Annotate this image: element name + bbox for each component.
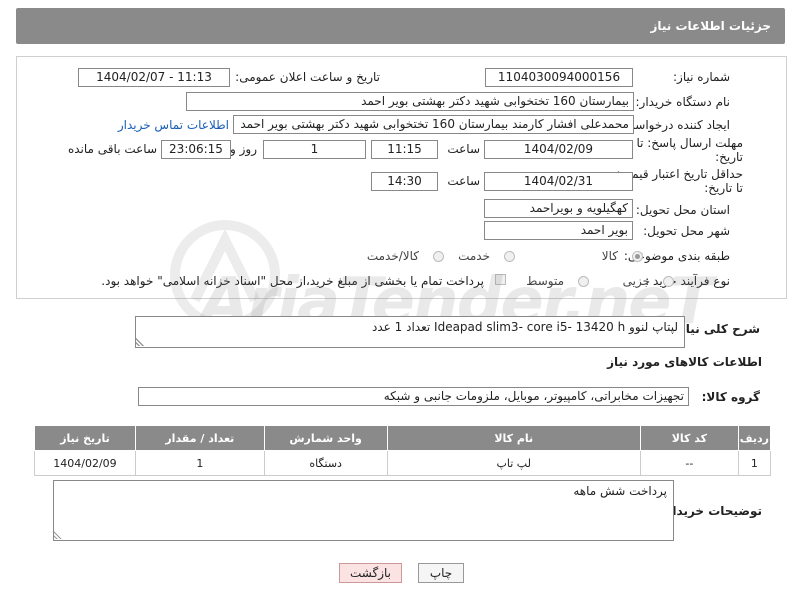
announce-label: تاریخ و ساعت اعلان عمومی: <box>235 70 380 84</box>
buyer-notes-label: توضیحات خریدار: <box>660 504 762 518</box>
page-header: جزئیات اطلاعات نیاز <box>16 8 785 44</box>
deadline-label-line2: تاریخ: <box>715 150 743 164</box>
requester-field: محمدعلی افشار کارمند بیمارستان 160 تختخو… <box>233 115 634 134</box>
cell-quantity: 1 <box>134 450 265 476</box>
description-label: شرح کلی نیاز: <box>674 322 760 336</box>
days-label: روز و <box>230 142 257 156</box>
validity-label: حداقل تاریخ اعتبار قیمت: تا تاریخ: <box>616 167 743 195</box>
table-row: 1 -- لپ تاپ دستگاه 1 1404/02/09 <box>34 450 772 476</box>
buyer-notes-resize-grip[interactable] <box>54 531 62 539</box>
process-radio-minor[interactable] <box>663 276 674 287</box>
category-radio-service[interactable] <box>504 251 515 262</box>
cell-item-name: لپ تاپ <box>386 450 641 476</box>
province-label: استان محل تحویل: <box>635 203 730 217</box>
remaining-label: ساعت باقی مانده <box>67 142 157 156</box>
validity-time-label: ساعت <box>447 174 480 188</box>
cell-unit: دستگاه <box>263 450 388 476</box>
validity-label-line2: تا تاریخ: <box>704 181 743 195</box>
category-radio-goods-service[interactable] <box>433 251 444 262</box>
col-header-quantity: تعداد / مقدار <box>134 425 265 451</box>
process-option-medium: متوسط <box>526 274 564 288</box>
process-label: نوع فرآیند خرید : <box>645 274 730 288</box>
category-radio-goods[interactable] <box>632 251 643 262</box>
goods-group-field: تجهیزات مخابراتی، کامپیوتر، موبایل، ملزو… <box>138 387 689 406</box>
payment-note: پرداخت تمام یا بخشی از مبلغ خرید،از محل … <box>101 274 484 288</box>
deadline-label-line1: مهلت ارسال پاسخ: تا <box>636 136 743 150</box>
col-header-item-name: نام کالا <box>386 425 641 451</box>
validity-time-field: 14:30 <box>371 172 438 191</box>
validity-label-line1: حداقل تاریخ اعتبار قیمت: <box>616 167 743 181</box>
process-radio-medium[interactable] <box>578 276 589 287</box>
need-number-label: شماره نیاز: <box>673 70 730 84</box>
process-option-minor: جزیی <box>622 274 650 288</box>
category-option-service: خدمت <box>458 249 490 263</box>
announce-datetime-field: 1404/02/07 - 11:13 <box>78 68 230 87</box>
cell-item-code: -- <box>639 450 739 476</box>
col-header-item-code: کد کالا <box>639 425 739 451</box>
buyer-notes-field: پرداخت شش ماهه <box>53 480 674 541</box>
province-field: کهگیلویه و بویراحمد <box>484 199 633 218</box>
cell-need-date: 1404/02/09 <box>34 450 136 476</box>
description-resize-grip[interactable] <box>136 338 144 346</box>
description-field: لپتاپ لنوو Ideapad slim3- core i5- 13420… <box>135 316 685 348</box>
goods-group-label: گروه کالا: <box>701 390 760 404</box>
buyer-org-field: بیمارستان 160 تختخوابی شهید دکتر بهشتی ب… <box>186 92 634 111</box>
page-title: جزئیات اطلاعات نیاز <box>650 19 771 33</box>
deadline-date-field: 1404/02/09 <box>484 140 633 159</box>
category-option-goods-service: کالا/خدمت <box>366 249 419 263</box>
contact-buyer-link[interactable]: اطلاعات تماس خریدار <box>118 118 229 132</box>
deadline-label: مهلت ارسال پاسخ: تا تاریخ: <box>636 136 743 164</box>
need-number-field: 1104030094000156 <box>485 68 633 87</box>
buyer-org-label: نام دستگاه خریدار: <box>635 95 731 109</box>
items-table-header-row: ردیف کد کالا نام کالا واحد شمارش تعداد /… <box>34 425 772 451</box>
validity-date-field: 1404/02/31 <box>484 172 633 191</box>
goods-info-title: اطلاعات کالاهای مورد نیاز <box>607 355 762 369</box>
items-table: ردیف کد کالا نام کالا واحد شمارش تعداد /… <box>34 425 772 476</box>
deadline-time-field: 11:15 <box>371 140 438 159</box>
category-option-goods: کالا <box>601 249 618 263</box>
col-header-need-date: تاریخ نیاز <box>34 425 136 451</box>
col-header-row-number: ردیف <box>737 425 772 451</box>
remaining-time-field: 23:06:15 <box>161 140 231 159</box>
deadline-time-label: ساعت <box>447 142 480 156</box>
cell-row-number: 1 <box>737 450 772 476</box>
city-label: شهر محل تحویل: <box>643 224 730 238</box>
print-button[interactable]: چاپ <box>418 563 464 583</box>
days-field: 1 <box>263 140 366 159</box>
treasury-payment-checkbox[interactable] <box>495 274 506 285</box>
col-header-unit: واحد شمارش <box>263 425 388 451</box>
back-button[interactable]: بازگشت <box>339 563 402 583</box>
city-field: بویر احمد <box>484 221 633 240</box>
requester-label: ایجاد کننده درخواست: <box>619 118 730 132</box>
